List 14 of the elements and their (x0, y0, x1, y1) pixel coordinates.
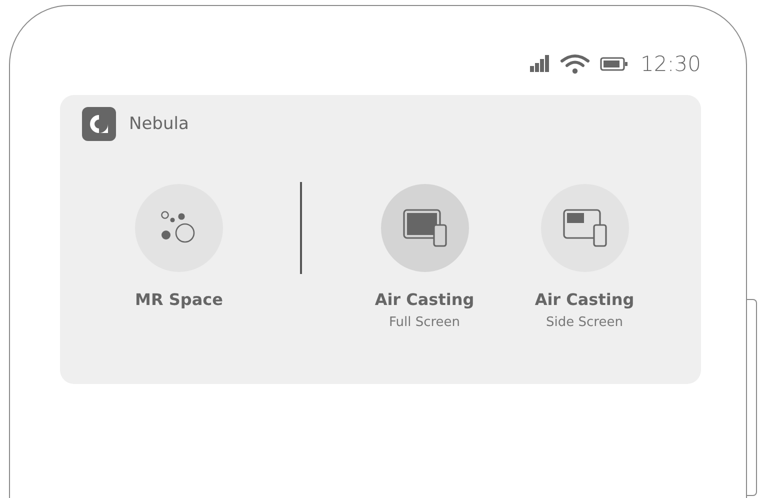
item-title: Air Casting (374, 290, 474, 309)
item-title: Air Casting (534, 290, 634, 309)
app-logo-icon (82, 107, 116, 141)
status-time: 12:30 (640, 52, 701, 76)
item-subtitle: Full Screen (388, 315, 460, 330)
battery-icon (600, 56, 628, 70)
item-title: MR Space (135, 290, 223, 309)
wifi-icon (560, 54, 590, 74)
bubbles-icon (161, 211, 197, 245)
signal-icon (530, 55, 550, 72)
screen-and-phone-icon (562, 209, 606, 247)
app-name: Nebula (129, 114, 189, 134)
item-subtitle: Side Screen (546, 315, 623, 330)
screen-and-phone-icon (402, 209, 446, 247)
